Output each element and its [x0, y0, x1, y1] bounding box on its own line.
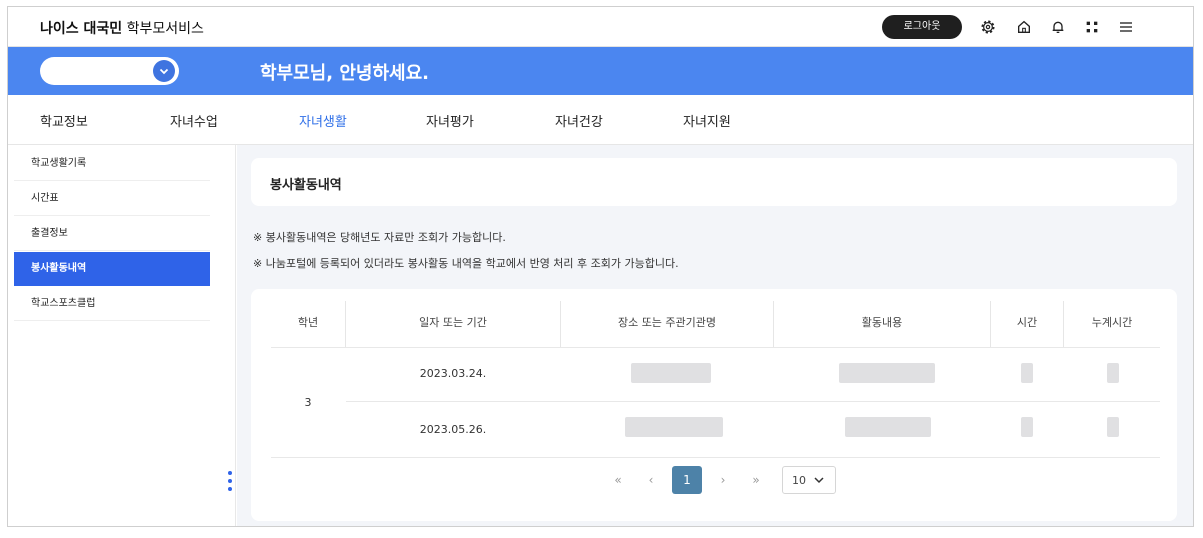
page-size-select[interactable]: 10	[782, 466, 836, 494]
first-page-button[interactable]: «	[604, 467, 632, 493]
menu-icon[interactable]	[1116, 17, 1136, 37]
sidebar-item-timetable[interactable]: 시간표	[14, 182, 210, 216]
child-select-dropdown[interactable]	[40, 57, 179, 85]
top-bar: 나이스 대국민 학부모서비스 로그아웃	[8, 7, 1193, 47]
app-window: 나이스 대국민 학부모서비스 로그아웃 학부모님, 안녕하세요. 학교정보 자녀…	[7, 6, 1194, 527]
tab-child-evaluation[interactable]: 자녀평가	[426, 111, 474, 130]
greeting-text: 학부모님, 안녕하세요.	[260, 63, 429, 84]
page-size-value: 10	[792, 474, 806, 487]
page-title: 봉사활동내역	[270, 178, 342, 193]
settings-icon[interactable]	[978, 17, 998, 37]
tab-child-class[interactable]: 자녀수업	[170, 111, 218, 130]
main-content: 봉사활동내역 ※ 봉사활동내역은 당해년도 자료만 조회가 가능합니다. ※ 나…	[237, 145, 1193, 526]
more-vertical-icon[interactable]	[228, 471, 232, 491]
row-divider	[346, 401, 1160, 402]
logout-button[interactable]: 로그아웃	[882, 15, 962, 39]
column-header-place: 장소 또는 주관기관명	[617, 316, 717, 329]
column-header-activity: 활동내용	[861, 316, 903, 329]
sidebar: 학교생활기록 시간표 출결정보 봉사활동내역 학교스포츠클럽	[8, 145, 236, 526]
grade-cell: 3	[304, 396, 312, 409]
volunteer-table: 학년 일자 또는 기간 장소 또는 주관기관명 활동내용 시간 누계시간 3 2…	[251, 289, 1177, 521]
prev-page-button[interactable]: ‹	[637, 467, 665, 493]
notice-text: ※ 나눔포털에 등록되어 있더라도 봉사활동 내역을 학교에서 반영 처리 후 …	[253, 257, 679, 270]
chevron-down-icon[interactable]	[153, 60, 175, 82]
logo-bold: 나이스 대국민	[40, 21, 123, 37]
column-header-cumulative-hours: 누계시간	[1091, 316, 1133, 329]
redacted-cumulative-hours	[1107, 417, 1119, 437]
logo-service: 학부모서비스	[126, 21, 204, 37]
site-logo[interactable]: 나이스 대국민 학부모서비스	[40, 18, 204, 38]
column-header-hours: 시간	[1016, 316, 1038, 329]
redacted-activity	[839, 363, 935, 383]
date-cell: 2023.03.24.	[419, 367, 487, 380]
redacted-cumulative-hours	[1107, 363, 1119, 383]
chevron-down-icon	[814, 477, 824, 484]
sidebar-item-school-record[interactable]: 학교생활기록	[14, 147, 210, 181]
main-tabs: 학교정보 자녀수업 자녀생활 자녀평가 자녀건강 자녀지원	[8, 95, 1193, 145]
redacted-place	[631, 363, 711, 383]
date-cell: 2023.05.26.	[419, 423, 487, 436]
tab-child-life[interactable]: 자녀생활	[299, 111, 347, 130]
sidebar-item-sports-club[interactable]: 학교스포츠클럽	[14, 287, 210, 321]
bell-icon[interactable]	[1048, 17, 1068, 37]
redacted-activity	[845, 417, 931, 437]
table-bottom-line	[271, 457, 1160, 458]
page-number-button[interactable]: 1	[672, 466, 702, 494]
tab-school-info[interactable]: 학교정보	[40, 111, 88, 130]
redacted-place	[625, 417, 723, 437]
next-page-button[interactable]: ›	[709, 467, 737, 493]
last-page-button[interactable]: »	[742, 467, 770, 493]
notice-text: ※ 봉사활동내역은 당해년도 자료만 조회가 가능합니다.	[253, 231, 506, 244]
apps-grid-icon[interactable]	[1082, 17, 1102, 37]
greeting-banner: 학부모님, 안녕하세요.	[8, 47, 1193, 95]
redacted-hours	[1021, 363, 1033, 383]
column-header-grade: 학년	[297, 316, 319, 329]
page-title-card: 봉사활동내역	[251, 158, 1177, 206]
column-header-date: 일자 또는 기간	[419, 316, 487, 329]
tab-child-support[interactable]: 자녀지원	[683, 111, 731, 130]
sidebar-item-attendance[interactable]: 출결정보	[14, 217, 210, 251]
sidebar-item-volunteer[interactable]: 봉사활동내역	[14, 252, 210, 286]
tab-child-health[interactable]: 자녀건강	[555, 111, 603, 130]
home-icon[interactable]	[1014, 17, 1034, 37]
redacted-hours	[1021, 417, 1033, 437]
table-header-line	[271, 347, 1160, 348]
